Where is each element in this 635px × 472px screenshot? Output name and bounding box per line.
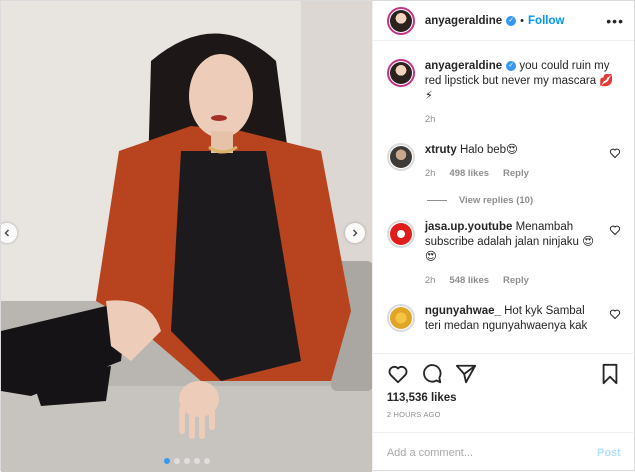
comment-input[interactable] <box>386 446 597 459</box>
add-comment-bar: Post <box>372 432 635 472</box>
chevron-right-icon <box>353 229 358 237</box>
comment-icon[interactable] <box>421 363 443 385</box>
replies-divider <box>426 200 447 201</box>
comment-username[interactable]: ngunyahwae_ <box>425 305 501 317</box>
carousel-dot <box>184 458 190 464</box>
comment-heart-icon[interactable] <box>609 147 621 159</box>
instagram-post: anyageraldine ✓ • Follow ••• anyageraldi… <box>0 0 635 472</box>
comment-time[interactable]: 2h <box>425 273 436 288</box>
photo-scene <box>1 1 372 472</box>
comments-list[interactable]: anyageraldine ✓ you could ruin my red lip… <box>373 41 635 353</box>
carousel-next-button[interactable] <box>345 223 365 243</box>
reply-button[interactable]: Reply <box>503 273 529 288</box>
carousel-dot <box>174 458 180 464</box>
carousel-dot <box>194 458 200 464</box>
caption-avatar[interactable] <box>386 59 415 87</box>
verified-badge-icon: ✓ <box>506 15 517 26</box>
comment-time[interactable]: 2h <box>425 166 436 181</box>
comment-likes[interactable]: 498 likes <box>449 166 489 181</box>
chevron-left-icon <box>4 229 9 237</box>
comment-username[interactable]: jasa.up.youtube <box>425 221 513 233</box>
author-avatar[interactable] <box>386 6 415 35</box>
share-icon[interactable] <box>455 363 477 385</box>
reply-button[interactable]: Reply <box>503 166 529 181</box>
view-replies-label: View replies (10) <box>458 195 534 206</box>
heart-icon[interactable] <box>387 363 409 385</box>
commenter-avatar[interactable] <box>386 143 415 171</box>
comment-text: Halo beb😍 <box>459 144 519 156</box>
comment-heart-icon[interactable] <box>609 224 621 236</box>
bookmark-icon[interactable] <box>599 363 621 385</box>
more-options-icon[interactable]: ••• <box>606 13 624 29</box>
follow-button[interactable]: Follow <box>528 15 564 27</box>
commenter-avatar[interactable] <box>386 304 415 332</box>
post-photo[interactable] <box>1 1 372 472</box>
comment-heart-icon[interactable] <box>609 308 621 320</box>
post-comment-button[interactable]: Post <box>597 447 621 459</box>
comment-item: ngunyahwae_ Hot kyk Sambal teri medan ng… <box>386 304 621 334</box>
comment-username[interactable]: xtruty <box>425 144 457 156</box>
likes-count[interactable]: 113,536 likes <box>387 392 621 404</box>
separator: • <box>520 14 525 27</box>
caption-username[interactable]: anyageraldine <box>425 60 502 72</box>
carousel-dot <box>164 458 170 464</box>
carousel-dot <box>204 458 210 464</box>
view-replies-button[interactable]: View replies (10) <box>426 195 621 206</box>
commenter-avatar[interactable] <box>386 220 415 248</box>
post-sidebar: anyageraldine ✓ • Follow ••• anyageraldi… <box>371 1 635 472</box>
comment-likes[interactable]: 548 likes <box>449 273 489 288</box>
caption-time[interactable]: 2h <box>425 112 436 127</box>
carousel-indicator <box>1 458 372 464</box>
author-username[interactable]: anyageraldine <box>425 15 502 27</box>
comment-item: jasa.up.youtube Menambah subscribe adala… <box>386 220 621 288</box>
verified-badge-icon: ✓ <box>506 60 517 71</box>
post-timestamp: 2 HOURS AGO <box>386 410 441 419</box>
comment-item: xtruty Halo beb😍 2h 498 likes Reply <box>386 143 621 181</box>
caption: anyageraldine ✓ you could ruin my red lip… <box>386 59 621 127</box>
post-actions: 113,536 likes 2 HOURS AGO <box>372 353 635 419</box>
post-header: anyageraldine ✓ • Follow ••• <box>372 1 634 41</box>
